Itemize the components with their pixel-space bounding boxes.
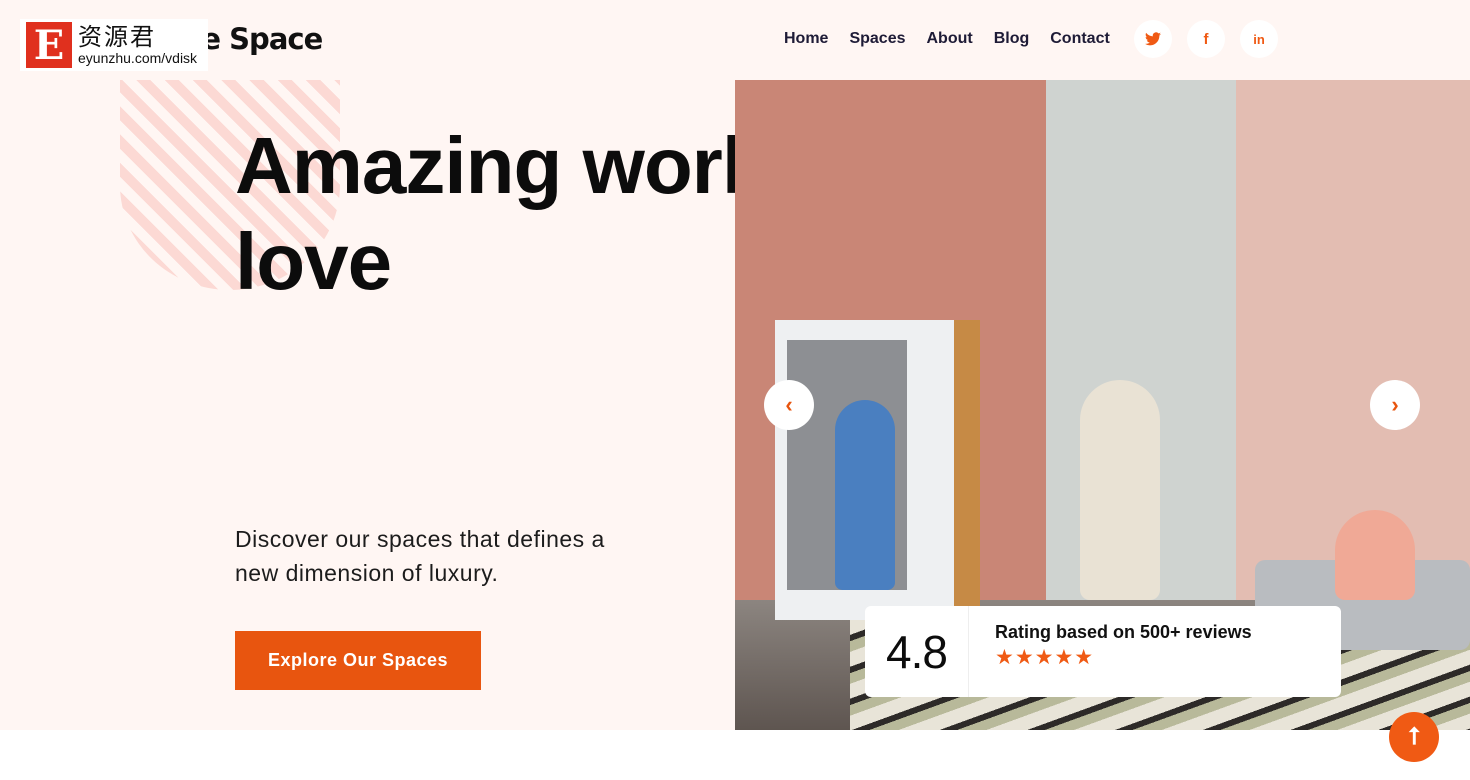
header: Share Space E 资源君 eyunzhu.com/vdisk Home… [0, 0, 1470, 80]
nav-home[interactable]: Home [784, 30, 828, 48]
nav-about[interactable]: About [927, 30, 973, 48]
twitter-icon[interactable] [1134, 20, 1172, 58]
hero-section: Amazing workspace you will love Discover… [0, 0, 1470, 730]
watermark-url: eyunzhu.com/vdisk [78, 50, 198, 66]
watermark-logo: E [26, 22, 72, 69]
watermark: E 资源君 eyunzhu.com/vdisk [20, 19, 208, 71]
explore-spaces-button[interactable]: Explore Our Spaces [235, 631, 481, 690]
star-icons: ★★★★★ [995, 645, 1095, 669]
facebook-icon[interactable]: f [1187, 20, 1225, 58]
carousel-next-button[interactable]: › [1370, 380, 1420, 430]
rating-score: 4.8 [865, 606, 969, 697]
carousel-prev-button[interactable]: ‹ [764, 380, 814, 430]
watermark-text: 资源君 [78, 23, 156, 51]
rating-card: 4.8 Rating based on 500+ reviews ★★★★★ [865, 606, 1341, 697]
nav-contact[interactable]: Contact [1050, 30, 1110, 48]
scroll-to-top-button[interactable]: ⭡ [1389, 712, 1439, 762]
nav-spaces[interactable]: Spaces [849, 30, 905, 48]
hero-subtitle: Discover our spaces that defines a new d… [235, 526, 605, 586]
linkedin-icon[interactable]: in [1240, 20, 1278, 58]
rating-label: Rating based on 500+ reviews [995, 622, 1252, 642]
main-nav: Home Spaces About Blog Contact [784, 30, 1110, 48]
nav-blog[interactable]: Blog [994, 30, 1030, 48]
